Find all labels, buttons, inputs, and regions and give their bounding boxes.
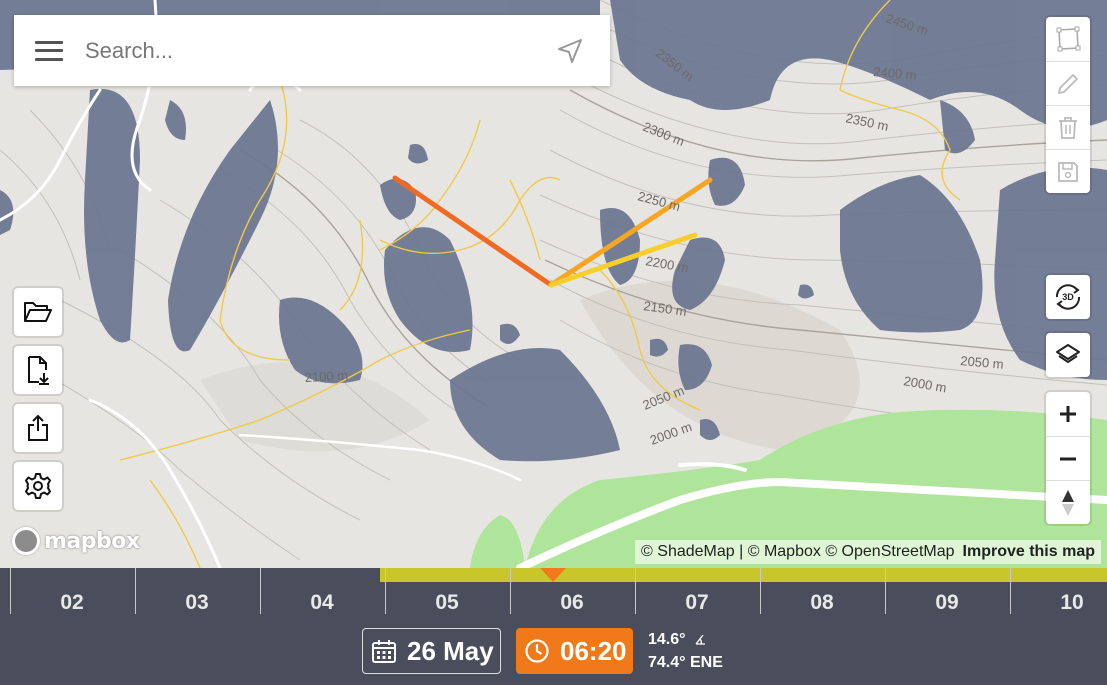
rotate-3d-icon: 3D: [1055, 284, 1081, 310]
hour-tick: [385, 568, 386, 614]
sun-elevation-row: 14.6°: [648, 628, 723, 651]
rotate-3d-control: 3D: [1046, 275, 1090, 319]
save-icon: [1058, 161, 1078, 182]
mapbox-logo[interactable]: mapbox: [12, 527, 140, 555]
hour-tick: [510, 568, 511, 614]
map-canvas[interactable]: 2450 m 2400 m 2350 m 2350 m 2300 m 2250 …: [0, 0, 1107, 568]
hour-label[interactable]: 07: [667, 591, 727, 615]
mapbox-logo-text: mapbox: [44, 528, 140, 554]
layers-control: [1046, 333, 1090, 377]
hour-tick: [260, 568, 261, 614]
compass-button[interactable]: [1046, 480, 1090, 524]
draw-line-button[interactable]: [1046, 61, 1090, 105]
share-button[interactable]: [14, 404, 62, 452]
share-icon: [28, 414, 48, 441]
menu-icon[interactable]: [35, 40, 63, 61]
elevation-angle-icon: [695, 634, 705, 645]
delete-button[interactable]: [1046, 105, 1090, 149]
daylight-band: [380, 568, 1107, 582]
draw-controls: [1046, 17, 1090, 193]
trash-icon: [1059, 116, 1077, 139]
search-bar: [14, 15, 610, 86]
hour-label[interactable]: 05: [417, 591, 477, 615]
attribution: © ShadeMap | © Mapbox © OpenStreetMap Im…: [635, 540, 1101, 564]
mapbox-logo-icon: [12, 527, 40, 555]
settings-icon: [25, 473, 51, 499]
folder-open-icon: [24, 302, 52, 322]
file-download-icon: [28, 356, 49, 385]
clock-icon: [525, 639, 549, 663]
sun-elevation: 14.6°: [648, 631, 686, 648]
hour-label[interactable]: 08: [792, 591, 852, 615]
hour-tick: [1010, 568, 1011, 614]
hour-tick: [760, 568, 761, 614]
hour-tick: [885, 568, 886, 614]
svg-text:3D: 3D: [1062, 292, 1074, 302]
minus-icon: [1060, 457, 1076, 460]
open-file-button[interactable]: [14, 288, 62, 336]
time-label: 06:20: [560, 635, 627, 666]
sun-azimuth: 74.4° ENE: [648, 654, 723, 671]
settings-button[interactable]: [14, 462, 62, 510]
hour-tick: [635, 568, 636, 614]
plus-icon: [1060, 406, 1076, 422]
hour-label[interactable]: 04: [292, 591, 352, 615]
hour-label[interactable]: 03: [167, 591, 227, 615]
hour-label[interactable]: 02: [42, 591, 102, 615]
calendar-icon: [372, 640, 396, 663]
sun-position-info: 14.6° 74.4° ENE: [648, 628, 723, 674]
rotate-3d-button[interactable]: 3D: [1046, 275, 1090, 319]
hour-label[interactable]: 06: [542, 591, 602, 615]
app: 2450 m 2400 m 2350 m 2350 m 2300 m 2250 …: [0, 0, 1107, 685]
attribution-text[interactable]: © ShadeMap | © Mapbox © OpenStreetMap: [641, 543, 954, 561]
hour-label[interactable]: 10: [1042, 591, 1102, 615]
navigate-arrow-icon[interactable]: [556, 37, 584, 65]
draw-polygon-button[interactable]: [1046, 17, 1090, 61]
time-marker[interactable]: [540, 568, 566, 582]
polygon-icon: [1056, 26, 1081, 52]
date-picker-button[interactable]: 26 May: [362, 628, 501, 674]
save-button[interactable]: [1046, 149, 1090, 193]
compass-icon: [1062, 489, 1074, 516]
date-label: 26 May: [407, 635, 494, 666]
hour-tick: [10, 568, 11, 614]
hour-label[interactable]: 09: [917, 591, 977, 615]
layers-button[interactable]: [1046, 333, 1090, 377]
zoom-in-button[interactable]: [1046, 392, 1090, 436]
layers-icon: [1056, 344, 1080, 363]
time-picker-button[interactable]: 06:20: [516, 628, 633, 674]
hour-tick: [135, 568, 136, 614]
import-gpx-button[interactable]: [14, 346, 62, 394]
contour-label: 2100 m: [304, 368, 348, 385]
timeline-bar[interactable]: 02 03 04 05 06 07 08 09 10 26 May 06:20: [0, 568, 1107, 685]
pencil-icon: [1058, 73, 1078, 94]
search-input[interactable]: [85, 37, 525, 64]
improve-map-link[interactable]: Improve this map: [963, 543, 1095, 561]
zoom-out-button[interactable]: [1046, 436, 1090, 480]
zoom-controls: [1046, 392, 1090, 524]
